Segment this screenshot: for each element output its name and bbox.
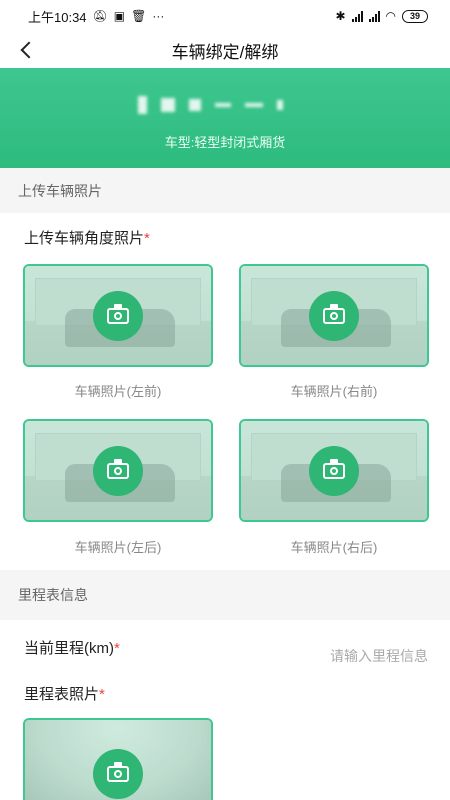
status-bar: 上午10:34 🔕︎ ▣ 🗑︎ ··· ✱ ◠ 39 [0,0,450,32]
back-button[interactable] [12,36,40,64]
mileage-label-text: 当前里程(km) [24,640,114,657]
required-mark: * [99,686,105,703]
status-right: ✱ ◠ 39 [335,9,428,23]
odometer-photo-label-text: 里程表照片 [24,686,100,703]
battery-indicator: 39 [402,9,428,23]
camera-icon [107,458,129,479]
camera-button[interactable] [93,445,143,496]
photo-upload-left-front[interactable] [23,264,213,367]
angle-photos-label: 上传车辆角度照片* [24,227,150,248]
page-title: 车辆绑定/解绑 [171,42,279,62]
photo-caption-left-front: 车辆照片(左前) [74,384,162,399]
section-title-odometer: 里程表信息 [0,570,450,620]
status-left: 上午10:34 🔕︎ ▣ 🗑︎ ··· [28,7,164,26]
required-mark: * [144,230,150,247]
status-time: 上午10:34 [28,9,87,25]
camera-icon [107,762,129,782]
photo-caption-right-front: 车辆照片(右前) [290,384,378,399]
required-mark: * [114,640,120,657]
nav-bar: 车辆绑定/解绑 [0,32,450,68]
photo-upload-right-front[interactable] [239,264,429,367]
signal-hd-icon [351,10,363,22]
chevron-left-icon [20,41,38,59]
camera-icon [323,458,345,479]
trash-icon: 🗑︎ [131,9,147,23]
vehicle-type: 车型:轻型封闭式厢货 [164,135,286,150]
photo-caption-right-rear: 车辆照片(右后) [290,540,378,555]
wifi-icon: ◠ [385,9,396,23]
photo-upload-right-rear[interactable] [239,419,429,522]
photo-upload-odometer[interactable] [23,718,213,800]
message-icon: ▣ [113,9,126,23]
photo-caption-left-rear: 车辆照片(左后) [74,540,162,555]
camera-button[interactable] [93,749,143,799]
signal-hd-icon [368,10,380,22]
more-icon: ··· [152,9,165,23]
camera-button[interactable] [93,290,143,341]
license-plate-redacted [138,96,283,114]
mileage-label: 当前里程(km)* [24,637,120,658]
angle-photos-label-text: 上传车辆角度照片 [24,230,145,247]
camera-button[interactable] [309,290,359,341]
camera-button[interactable] [309,445,359,496]
camera-icon [107,303,129,324]
mute-icon: 🔕︎ [92,9,108,23]
bluetooth-icon: ✱ [335,9,346,23]
section-title-upload: 上传车辆照片 [0,168,450,213]
mileage-input[interactable] [228,646,428,666]
photo-upload-left-rear[interactable] [23,419,213,522]
odometer-photo-label: 里程表照片* [24,683,105,704]
vehicle-banner [0,68,450,168]
camera-icon [323,303,345,324]
